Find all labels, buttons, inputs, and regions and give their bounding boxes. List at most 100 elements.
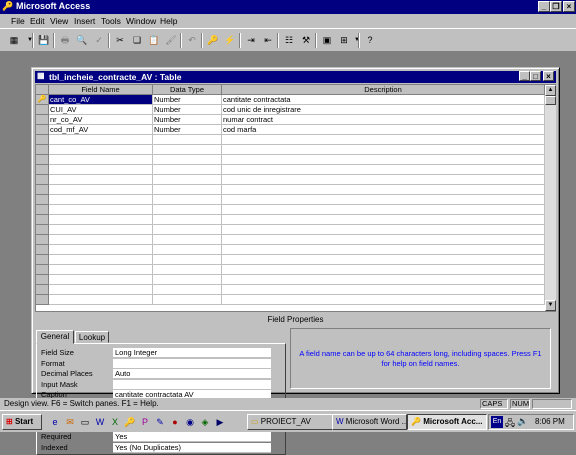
description-cell[interactable]: numar contract xyxy=(222,115,545,125)
data-type-cell[interactable] xyxy=(153,265,222,275)
data-type-cell[interactable] xyxy=(153,165,222,175)
scroll-down-icon[interactable]: ▼ xyxy=(545,300,556,311)
row-selector[interactable] xyxy=(36,175,49,185)
property-value[interactable]: Yes xyxy=(113,432,271,442)
help-icon[interactable]: ? xyxy=(362,33,378,48)
quicklaunch-excel-icon[interactable]: X xyxy=(108,415,122,429)
description-cell[interactable] xyxy=(222,265,545,275)
format-painter-icon[interactable]: 🖌 xyxy=(163,33,179,48)
spelling-icon[interactable]: ✓ xyxy=(91,33,107,48)
delete-rows-icon[interactable]: ⇤ xyxy=(260,33,276,48)
menu-window[interactable]: Window xyxy=(126,16,156,26)
copy-icon[interactable]: ❏ xyxy=(129,33,145,48)
insert-rows-icon[interactable]: ⇥ xyxy=(243,33,259,48)
row-selector[interactable] xyxy=(36,275,49,285)
data-type-cell[interactable]: Number xyxy=(153,95,222,105)
data-type-cell[interactable]: Number xyxy=(153,105,222,115)
tab-lookup[interactable]: Lookup xyxy=(75,331,109,343)
minimize-icon[interactable]: _ xyxy=(538,1,550,12)
row-selector[interactable] xyxy=(36,105,49,115)
cut-icon[interactable]: ✂ xyxy=(112,33,128,48)
row-selector[interactable] xyxy=(36,185,49,195)
data-type-cell[interactable]: Number xyxy=(153,115,222,125)
menu-edit[interactable]: Edit xyxy=(30,16,45,26)
tray-volume-icon[interactable]: 🔈 xyxy=(517,416,528,427)
quicklaunch-powerpoint-icon[interactable]: P xyxy=(138,415,152,429)
data-type-cell[interactable] xyxy=(153,295,222,305)
quicklaunch-other-icon[interactable]: ◈ xyxy=(198,415,212,429)
field-name-cell[interactable] xyxy=(49,225,153,235)
row-selector[interactable] xyxy=(36,125,49,135)
row-selector[interactable] xyxy=(36,255,49,265)
view-icon[interactable]: ▦ xyxy=(6,33,22,48)
field-name-cell[interactable] xyxy=(49,245,153,255)
field-name-cell[interactable] xyxy=(49,235,153,245)
description-cell[interactable] xyxy=(222,285,545,295)
data-type-cell[interactable] xyxy=(153,215,222,225)
table-maximize-icon[interactable]: □ xyxy=(530,71,541,81)
quicklaunch-access-icon[interactable]: 🔑 xyxy=(123,415,137,429)
row-selector[interactable] xyxy=(36,205,49,215)
row-selector[interactable] xyxy=(36,295,49,305)
row-selector[interactable] xyxy=(36,115,49,125)
field-name-cell[interactable] xyxy=(49,275,153,285)
data-type-cell[interactable]: Number xyxy=(153,125,222,135)
row-selector[interactable] xyxy=(36,165,49,175)
tab-general[interactable]: General xyxy=(36,330,74,344)
description-cell[interactable] xyxy=(222,245,545,255)
row-selector[interactable] xyxy=(36,235,49,245)
description-cell[interactable] xyxy=(222,135,545,145)
row-selector[interactable] xyxy=(36,225,49,235)
language-indicator[interactable]: En xyxy=(491,416,503,428)
data-type-cell[interactable] xyxy=(153,285,222,295)
field-name-cell[interactable] xyxy=(49,185,153,195)
taskbar-button-access[interactable]: 🔑 Microsoft Acc... xyxy=(407,414,487,430)
quicklaunch-nu-icon[interactable]: ◉ xyxy=(183,415,197,429)
field-name-cell[interactable]: nr_co_AV xyxy=(49,115,153,125)
property-value[interactable]: Long Integer xyxy=(113,348,271,358)
field-name-cell[interactable] xyxy=(49,175,153,185)
menu-view[interactable]: View xyxy=(50,16,68,26)
data-type-cell[interactable] xyxy=(153,245,222,255)
description-cell[interactable] xyxy=(222,235,545,245)
field-name-cell[interactable] xyxy=(49,295,153,305)
data-type-cell[interactable] xyxy=(153,275,222,285)
save-icon[interactable]: 💾 xyxy=(36,33,52,48)
field-name-cell[interactable] xyxy=(49,285,153,295)
quicklaunch-app-icon[interactable]: ✎ xyxy=(153,415,167,429)
quicklaunch-word-icon[interactable]: W xyxy=(93,415,107,429)
quicklaunch-ie-icon[interactable]: e xyxy=(48,415,62,429)
scroll-thumb[interactable] xyxy=(545,96,556,105)
description-cell[interactable] xyxy=(222,185,545,195)
row-selector[interactable] xyxy=(36,245,49,255)
description-cell[interactable] xyxy=(222,275,545,285)
property-value[interactable]: Auto xyxy=(113,369,271,379)
description-cell[interactable] xyxy=(222,255,545,265)
description-cell[interactable] xyxy=(222,295,545,305)
tray-network-icon[interactable]: 🖧 xyxy=(505,416,515,432)
start-button[interactable]: ⊞ Start xyxy=(2,414,42,430)
field-name-cell[interactable] xyxy=(49,205,153,215)
description-cell[interactable] xyxy=(222,195,545,205)
row-selector[interactable] xyxy=(36,285,49,295)
field-name-cell[interactable] xyxy=(49,255,153,265)
primary-key-row-icon[interactable]: 🔑 xyxy=(36,95,49,105)
data-type-cell[interactable] xyxy=(153,155,222,165)
table-close-icon[interactable]: × xyxy=(543,71,554,81)
print-preview-icon[interactable]: 🔍 xyxy=(74,33,90,48)
quicklaunch-nero-icon[interactable]: ● xyxy=(168,415,182,429)
field-name-cell[interactable]: cod_mf_AV xyxy=(49,125,153,135)
field-name-cell[interactable] xyxy=(49,145,153,155)
grid-vertical-scrollbar[interactable]: ▲ ▼ xyxy=(545,85,556,311)
properties-icon[interactable]: ☷ xyxy=(281,33,297,48)
field-name-cell[interactable] xyxy=(49,215,153,225)
menu-file[interactable]: File xyxy=(11,16,25,26)
description-cell[interactable] xyxy=(222,145,545,155)
row-selector[interactable] xyxy=(36,135,49,145)
indexes-icon[interactable]: ⚡ xyxy=(222,33,238,48)
description-cell[interactable] xyxy=(222,155,545,165)
taskbar-button-word[interactable]: W Microsoft Word ... xyxy=(332,414,407,430)
field-name-cell[interactable]: CUI_AV xyxy=(49,105,153,115)
description-cell[interactable]: cod marfa xyxy=(222,125,545,135)
close-icon[interactable]: × xyxy=(563,1,575,12)
